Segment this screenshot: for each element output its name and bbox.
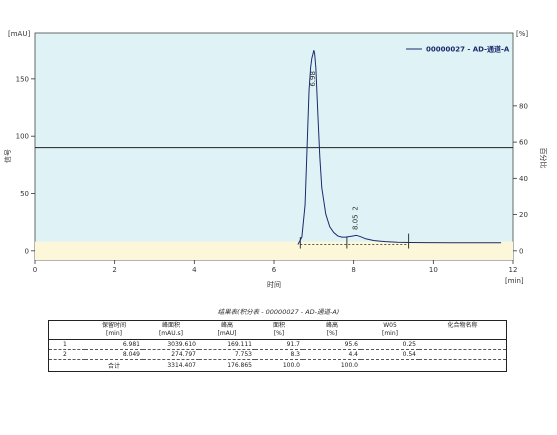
baseline-band (35, 241, 513, 260)
y-right-label: 百分比 (539, 148, 548, 169)
x-axis-unit: [min] (505, 277, 524, 285)
x-axis-label: 时间 (267, 280, 281, 289)
y-right-tick-label: 0 (519, 247, 523, 255)
y-left-tick-label: 50 (20, 190, 29, 198)
x-tick-label: 2 (112, 266, 116, 274)
x-tick-label: 6 (272, 266, 277, 274)
x-tick-label: 10 (429, 266, 438, 274)
col-header-height: 峰高 [mAU] (217, 322, 237, 337)
table-row: 2 8.049 274.797 7.753 8.3 4.4 0.54 (48, 349, 507, 360)
chromatogram-chart: 6.988.052 0 2 4 6 8 10 12050100150020406080 [m… (3, 30, 548, 289)
y-right-tick-label: 40 (519, 175, 528, 183)
table-row: 1 6.981 3039.610 169.111 91.7 95.6 0.25 (63, 341, 416, 348)
table-total-row: 合计 3314.407 176.865 100.0 100.0 (48, 359, 507, 372)
legend-entry: 00000027 - AD-通道-A (426, 45, 510, 54)
peak-id-label: 2 (352, 206, 360, 210)
results-table: 保留时间 [min] 峰面积 [mAU.s] 峰高 [mAU] 面积 [%] 峰高 [%]… (48, 320, 507, 372)
y-left-tick-label: 150 (16, 75, 29, 83)
x-tick-label: 0 (33, 266, 37, 274)
y-left-label: 信号 (3, 149, 12, 163)
y-left-unit: [mAU] (8, 30, 30, 38)
col-header (49, 321, 86, 340)
col-header-retention-time: 保留时间 [min] (101, 322, 126, 337)
y-right-tick-label: 60 (519, 139, 528, 147)
col-header-area-percent: 面积 [%] (272, 322, 285, 337)
table-header-row: 保留时间 [min] 峰面积 [mAU.s] 峰高 [mAU] 面积 [%] 峰高 [%]… (48, 320, 507, 340)
col-header-height-percent: 峰高 [%] (325, 322, 338, 337)
peak-label: 8.05 (352, 214, 360, 230)
x-tick-label: 4 (192, 266, 197, 274)
y-left-tick-label: 100 (16, 133, 29, 141)
plot-area (34, 32, 514, 261)
y-right-unit: [%] (516, 30, 528, 38)
y-right-tick-label: 20 (519, 211, 528, 219)
col-header-area: 峰面积 [mAU.s] (158, 322, 184, 337)
col-header-w05: W05 [min] (382, 322, 398, 337)
y-right-tick-label: 80 (519, 102, 528, 110)
results-table-title: 结果表(积分表 - 00000027 - AD-通道-A) (217, 308, 340, 316)
x-tick-label: 8 (351, 266, 355, 274)
y-left-tick-label: 0 (25, 247, 29, 255)
x-tick-label: 12 (509, 266, 518, 274)
col-header-compound-name: 化合物名称 (447, 322, 478, 329)
